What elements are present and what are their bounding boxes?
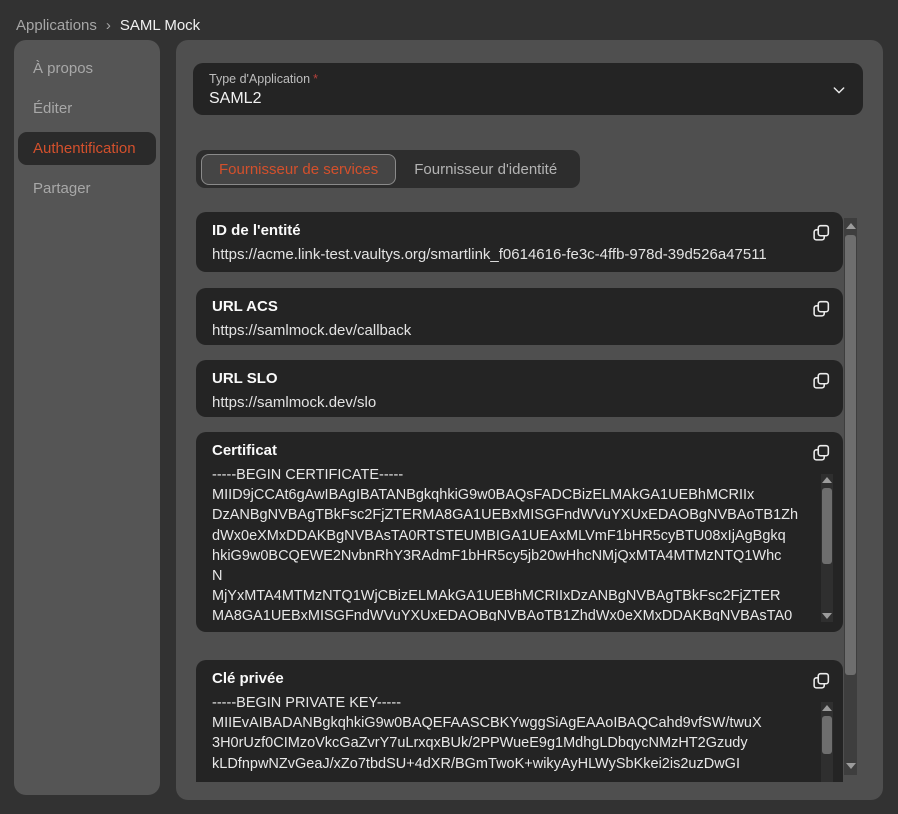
private-key-field: Clé privée -----BEGIN PRIVATE KEY----- M… (196, 660, 843, 782)
copy-icon[interactable] (810, 369, 834, 393)
provider-tabs: Fournisseur de services Fournisseur d'id… (196, 150, 580, 188)
tab-fournisseur-identite[interactable]: Fournisseur d'identité (396, 154, 575, 185)
scrollbar-thumb[interactable] (822, 716, 832, 754)
entity-id-field: ID de l'entité https://acme.link-test.va… (196, 212, 843, 272)
certificate-field: Certificat -----BEGIN CERTIFICATE----- M… (196, 432, 843, 632)
application-type-select[interactable]: Type d'Application* SAML2 (193, 63, 863, 115)
sidebar-item-editer[interactable]: Éditer (14, 88, 160, 128)
scroll-down-icon[interactable] (822, 613, 832, 619)
scroll-up-icon[interactable] (822, 705, 832, 711)
sidebar-item-authentification[interactable]: Authentification (18, 132, 156, 165)
copy-icon[interactable] (810, 669, 834, 693)
required-asterisk: * (313, 72, 318, 86)
slo-url-value: https://samlmock.dev/slo (212, 394, 827, 411)
scroll-up-icon[interactable] (822, 477, 832, 483)
chevron-down-icon (831, 82, 847, 98)
scrollbar-thumb[interactable] (822, 488, 832, 564)
application-type-value: SAML2 (209, 90, 847, 108)
copy-icon[interactable] (810, 441, 834, 465)
main-panel: Type d'Application* SAML2 Fournisseur de… (176, 40, 883, 800)
breadcrumb-applications[interactable]: Applications (16, 17, 97, 34)
acs-url-value: https://samlmock.dev/callback (212, 322, 827, 339)
tab-fournisseur-de-services[interactable]: Fournisseur de services (201, 154, 396, 185)
private-key-scrollbar[interactable] (821, 702, 833, 782)
private-key-label: Clé privée (212, 670, 827, 687)
application-type-label: Type d'Application (209, 72, 310, 86)
breadcrumb-separator-icon: › (106, 17, 111, 34)
acs-url-field: URL ACS https://samlmock.dev/callback (196, 288, 843, 345)
sidebar-item-partager[interactable]: Partager (14, 168, 160, 208)
slo-url-field: URL SLO https://samlmock.dev/slo (196, 360, 843, 417)
sidebar: À propos Éditer Authentification Partage… (14, 40, 160, 795)
entity-id-label: ID de l'entité (212, 222, 827, 239)
sidebar-item-a-propos[interactable]: À propos (14, 48, 160, 88)
scroll-up-icon[interactable] (846, 223, 856, 229)
slo-url-label: URL SLO (212, 370, 827, 387)
certificate-scrollbar[interactable] (821, 474, 833, 622)
breadcrumb: Applications › SAML Mock (16, 17, 200, 34)
breadcrumb-current-page: SAML Mock (120, 17, 200, 34)
private-key-value[interactable]: -----BEGIN PRIVATE KEY----- MIIEvAIBADAN… (212, 693, 827, 777)
scrollbar-thumb[interactable] (845, 235, 856, 675)
certificate-label: Certificat (212, 442, 827, 459)
content-scrollbar[interactable] (844, 218, 857, 775)
scroll-down-icon[interactable] (846, 763, 856, 769)
certificate-value[interactable]: -----BEGIN CERTIFICATE----- MIID9jCCAt6g… (212, 465, 827, 621)
entity-id-value: https://acme.link-test.vaultys.org/smart… (212, 246, 827, 263)
acs-url-label: URL ACS (212, 298, 827, 315)
copy-icon[interactable] (810, 221, 834, 245)
copy-icon[interactable] (810, 297, 834, 321)
